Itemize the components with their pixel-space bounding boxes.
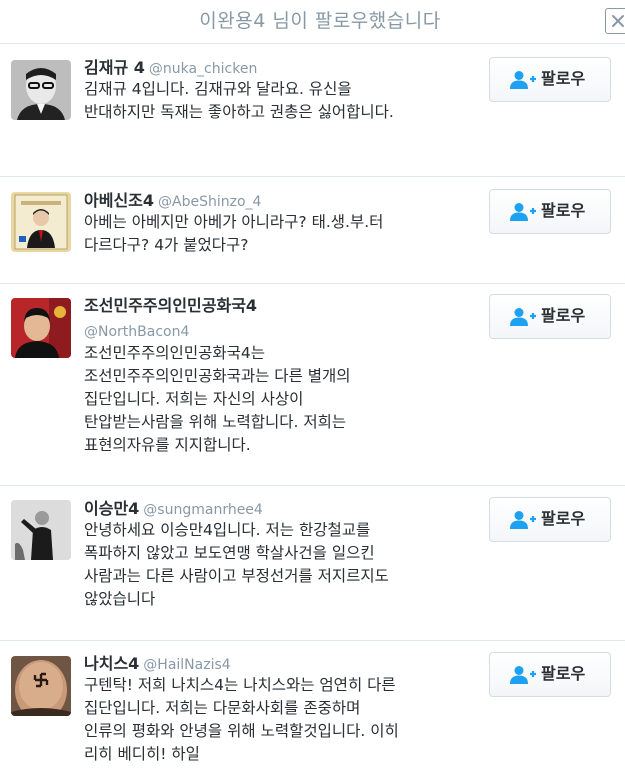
close-icon [612, 15, 624, 27]
user-handle[interactable]: @nuka_chicken [149, 61, 257, 77]
modal-header: 이완용4 님이 팔로우했습니다 [0, 0, 625, 44]
user-item: 조선민주주의인민공화국4 @NorthBacon4 조선민주주의인민공화국4는 … [0, 284, 625, 486]
follow-button[interactable]: 팔로우 [489, 57, 611, 102]
follow-label: 팔로우 [541, 306, 586, 325]
add-user-icon [510, 71, 536, 89]
user-fullname[interactable]: 나치스4 [84, 654, 139, 673]
user-handle[interactable]: @sungmanrhee4 [143, 502, 263, 518]
user-fullname[interactable]: 김재규 4 [84, 58, 145, 77]
avatar[interactable] [11, 656, 71, 716]
user-fullname[interactable]: 아베신조4 [84, 191, 154, 210]
add-user-icon [510, 203, 536, 221]
user-item: 아베신조4 @AbeShinzo_4 아베는 아베지만 아베가 아니라구? 태.생… [0, 177, 625, 284]
modal-title: 이완용4 님이 팔로우했습니다 [199, 10, 441, 32]
user-name-line: 조선민주주의인민공화국4 [84, 295, 257, 317]
user-handle[interactable]: @AbeShinzo_4 [158, 194, 261, 210]
user-bio: 아베는 아베지만 아베가 아니라구? 태.생.부.터 다르다구? 4가 붙었다구… [84, 213, 384, 254]
follow-button[interactable]: 팔로우 [489, 294, 611, 339]
user-bio: 안녕하세요 이승만4입니다. 저는 한강철교를 폭파하지 않았고 보도연맹 학살… [84, 521, 389, 608]
user-item: 이승만4 @sungmanrhee4 안녕하세요 이승만4입니다. 저는 한강철교… [0, 486, 625, 641]
avatar[interactable] [11, 298, 71, 358]
user-bio: 조선민주주의인민공화국4는 조선민주주의인민공화국과는 다른 별개의 집단입니다… [84, 344, 351, 454]
user-fullname[interactable]: 조선민주주의인민공화국4 [84, 296, 257, 315]
user-bio: 구텐탁! 저희 나치스4는 나치스와는 엄연히 다른 집단입니다. 저희는 다문… [84, 676, 399, 763]
user-name-line: 나치스4 @HailNazis4 [84, 653, 231, 676]
user-handle[interactable]: @NorthBacon4 [84, 322, 189, 342]
follow-label: 팔로우 [541, 201, 586, 220]
follow-label: 팔로우 [541, 69, 586, 88]
avatar[interactable] [11, 192, 71, 252]
user-item: 김재규 4 @nuka_chicken 김재규 4입니다. 김재규와 달라요. 유… [0, 44, 625, 177]
user-name-line: 이승만4 @sungmanrhee4 [84, 498, 263, 521]
user-name-line: 김재규 4 @nuka_chicken [84, 57, 257, 80]
follow-label: 팔로우 [541, 509, 586, 528]
user-bio: 김재규 4입니다. 김재규와 달라요. 유신을 반대하지만 독재는 좋아하고 권… [84, 80, 394, 121]
followers-modal: 이완용4 님이 팔로우했습니다 김재규 4 @nuka_chicken 김재규 4… [0, 0, 625, 771]
avatar[interactable] [11, 500, 71, 560]
follow-button[interactable]: 팔로우 [489, 652, 611, 697]
add-user-icon [510, 511, 536, 529]
add-user-icon [510, 666, 536, 684]
avatar[interactable] [11, 60, 71, 120]
user-handle[interactable]: @HailNazis4 [143, 657, 230, 673]
user-name-line: 아베신조4 @AbeShinzo_4 [84, 190, 261, 213]
follow-button[interactable]: 팔로우 [489, 189, 611, 234]
close-button[interactable] [605, 8, 625, 34]
user-fullname[interactable]: 이승만4 [84, 499, 139, 518]
follow-button[interactable]: 팔로우 [489, 497, 611, 542]
follow-label: 팔로우 [541, 664, 586, 683]
add-user-icon [510, 308, 536, 326]
user-item: 나치스4 @HailNazis4 구텐탁! 저희 나치스4는 나치스와는 엄연히 … [0, 641, 625, 771]
